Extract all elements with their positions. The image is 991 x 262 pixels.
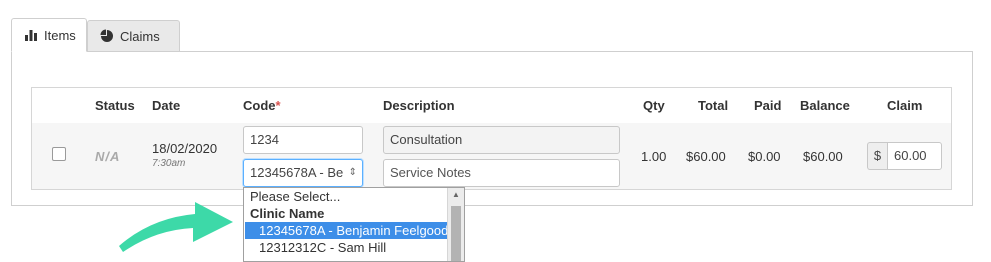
scrollbar-thumb[interactable] (451, 206, 461, 261)
header-status: Status (95, 98, 135, 113)
qty-value: 1.00 (641, 149, 667, 164)
table-row: N/A 18/02/2020 7:30am 1234 12345678A - B… (32, 123, 951, 189)
description-input[interactable]: Consultation (383, 126, 620, 154)
status-value: N/A (95, 149, 121, 164)
required-marker: * (275, 98, 281, 113)
header-balance: Balance (800, 98, 850, 113)
total-value: $60.00 (686, 149, 726, 164)
bar-chart-icon (24, 29, 38, 41)
updown-arrows-icon: ⇕ (348, 167, 357, 178)
description-input-value: Consultation (390, 132, 463, 147)
pie-chart-icon (100, 29, 114, 43)
header-date: Date (152, 98, 181, 113)
dropdown-placeholder-option[interactable]: Please Select... (250, 188, 340, 205)
table-header: Status Date Code* Description Qty Total … (32, 88, 951, 124)
service-notes-placeholder: Service Notes (390, 165, 471, 180)
dropdown-option[interactable]: 12312312C - Sam Hill (259, 239, 386, 256)
paid-value: $0.00 (748, 149, 781, 164)
scroll-up-icon[interactable]: ▲ (448, 190, 464, 199)
claim-input-value: 60.00 (894, 148, 927, 163)
row-checkbox[interactable] (52, 147, 66, 161)
callout-arrow-icon (119, 202, 233, 252)
provider-dropdown-list[interactable]: Please Select... Clinic Name 12345678A -… (243, 187, 465, 262)
balance-value: $60.00 (803, 149, 843, 164)
tab-items[interactable]: Items (11, 18, 87, 52)
code-input-value: 1234 (250, 132, 279, 147)
header-paid: Paid (754, 98, 782, 113)
time-value: 7:30am (152, 158, 186, 169)
header-qty: Qty (643, 98, 665, 113)
items-table: Status Date Code* Description Qty Total … (31, 87, 952, 190)
dropdown-group-label: Clinic Name (250, 206, 325, 221)
header-code-label: Code (243, 98, 276, 113)
provider-select[interactable]: 12345678A - Be ⇕ (243, 159, 363, 187)
header-claim: Claim (887, 98, 923, 113)
code-input[interactable]: 1234 (243, 126, 363, 154)
claim-input[interactable]: 60.00 (887, 142, 942, 170)
service-notes-input[interactable]: Service Notes (383, 159, 620, 187)
tab-items-label: Items (44, 27, 76, 43)
provider-select-value: 12345678A - Be (250, 165, 344, 180)
dropdown-option-selected[interactable]: 12345678A - Benjamin Feelgood (245, 222, 448, 239)
date-value: 18/02/2020 (152, 141, 218, 156)
tab-claims[interactable]: Claims (87, 20, 180, 52)
header-description: Description (383, 98, 455, 113)
tab-claims-label: Claims (120, 28, 160, 44)
dropdown-scrollbar[interactable]: ▲ (447, 188, 464, 261)
claim-currency-addon: $ (867, 142, 887, 170)
header-total: Total (698, 98, 729, 113)
header-code: Code* (243, 98, 281, 113)
